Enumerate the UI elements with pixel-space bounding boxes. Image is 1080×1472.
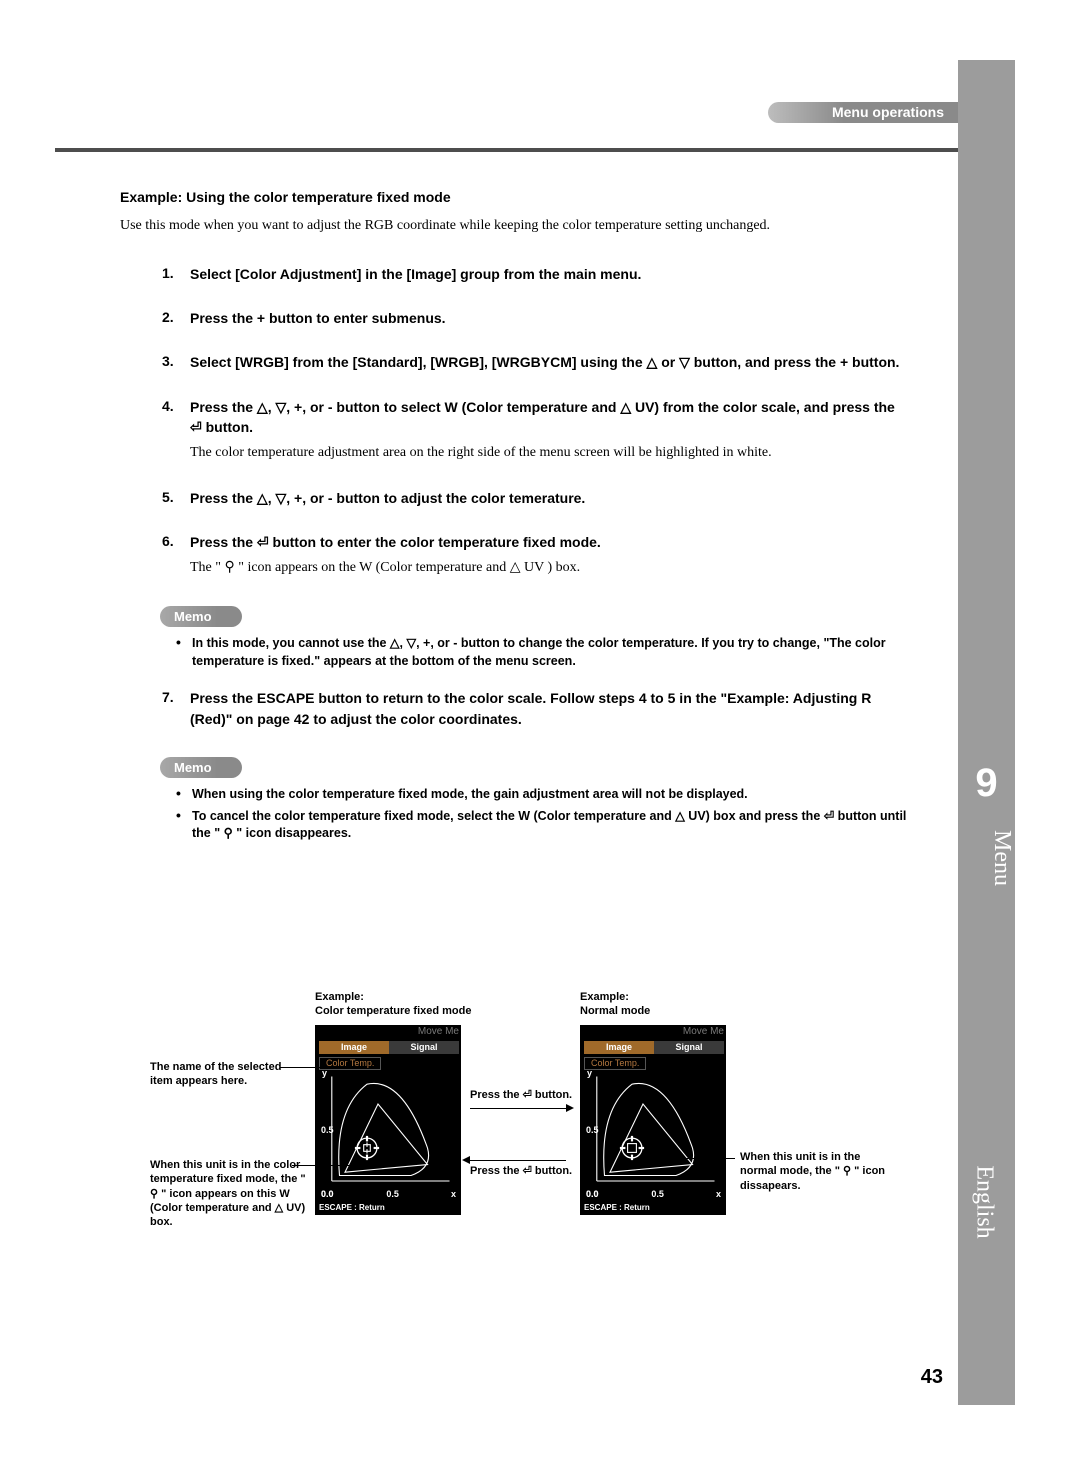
step-4-note: The color temperature adjustment area on…	[190, 443, 910, 463]
steps-list-cont: 7.Press the ESCAPE button to return to t…	[162, 688, 910, 729]
leader-line	[280, 1067, 320, 1068]
menu-tabs: Image Signal	[584, 1041, 724, 1054]
memo-badge-2: Memo	[160, 757, 242, 778]
step-3: 3.Select [WRGB] from the [Standard], [WR…	[162, 352, 910, 372]
escape-hint: ESCAPE : Return	[319, 1204, 385, 1212]
tab-signal[interactable]: Signal	[389, 1041, 459, 1054]
memo-2-item-2: To cancel the color temperature fixed mo…	[176, 808, 910, 843]
menu-tabs: Image Signal	[319, 1041, 459, 1054]
annotation-normal-icon: When this unit is in the normal mode, th…	[740, 1150, 895, 1193]
move-label: Move Me	[683, 1027, 724, 1037]
header-rule	[55, 148, 958, 152]
language-label: English	[958, 1150, 1015, 1250]
step-4: 4.Press the △, ▽, +, or - button to sele…	[162, 397, 910, 464]
figure-normal-mode: Example: Normal mode Move Me Image Signa…	[580, 990, 726, 1215]
escape-hint: ESCAPE : Return	[584, 1204, 650, 1212]
press-enter-label: Press the ⏎ button.	[470, 1090, 572, 1101]
annotation-name-here: The name of the selected item appears he…	[150, 1060, 300, 1089]
cie-diagram-icon	[588, 1071, 720, 1192]
memo-2-list: When using the color temperature fixed m…	[176, 786, 910, 843]
memo-1-item: In this mode, you cannot use the △, ▽, +…	[176, 635, 910, 670]
header-bar: Menu operations	[55, 102, 958, 138]
menu-screen-normal: Move Me Image Signal Color Temp. y x 0.5…	[580, 1025, 726, 1215]
chapter-title: Menu	[958, 820, 1015, 900]
memo-1-list: In this mode, you cannot use the △, ▽, +…	[176, 635, 910, 670]
figure-fixed-caption: Example: Color temperature fixed mode	[315, 990, 471, 1019]
breadcrumb-color-temp: Color Temp.	[584, 1057, 646, 1070]
lock-icon	[364, 1142, 371, 1153]
tab-image[interactable]: Image	[319, 1041, 389, 1054]
cie-chart-fixed: y x 0.5 0.0 0.0 0.5	[323, 1071, 455, 1187]
steps-list: 1.Select [Color Adjustment] in the [Imag…	[162, 264, 910, 579]
step-2: 2.Press the + button to enter submenus.	[162, 308, 910, 328]
move-label: Move Me	[418, 1027, 459, 1037]
chapter-number: 9	[958, 763, 1015, 803]
side-tab: 9 Menu English	[958, 60, 1015, 1405]
section-title: Menu operations	[768, 102, 958, 123]
step-7: 7.Press the ESCAPE button to return to t…	[162, 688, 910, 729]
figure-normal-caption: Example: Normal mode	[580, 990, 726, 1019]
page-frame: 9 Menu English Menu operations Example: …	[55, 60, 1015, 1405]
annotation-fixed-icon: When this unit is in the color temperatu…	[150, 1158, 310, 1229]
memo-2-item-1: When using the color temperature fixed m…	[176, 786, 910, 804]
step-6-note: The " ⚲ " icon appears on the W (Color t…	[190, 558, 910, 578]
tab-image[interactable]: Image	[584, 1041, 654, 1054]
example-heading: Example: Using the color temperature fix…	[120, 188, 910, 206]
memo-badge-1: Memo	[160, 606, 242, 627]
leader-line	[685, 1158, 735, 1159]
breadcrumb-color-temp: Color Temp.	[319, 1057, 381, 1070]
press-enter-label: Press the ⏎ button.	[470, 1166, 572, 1177]
step-6: 6.Press the ⏎ button to enter the color …	[162, 532, 910, 579]
content-area: Example: Using the color temperature fix…	[120, 188, 910, 861]
cie-chart-normal: y x 0.5 0.0 0.0 0.5	[588, 1071, 720, 1187]
page-number: 43	[921, 1367, 943, 1387]
step-5: 5.Press the △, ▽, +, or - button to adju…	[162, 488, 910, 508]
leader-line	[292, 1165, 352, 1166]
tab-signal[interactable]: Signal	[654, 1041, 724, 1054]
step-1: 1.Select [Color Adjustment] in the [Imag…	[162, 264, 910, 284]
example-intro: Use this mode when you want to adjust th…	[120, 216, 910, 236]
cie-diagram-icon	[323, 1071, 455, 1192]
menu-screen-fixed: Move Me Image Signal Color Temp. y x 0.5…	[315, 1025, 461, 1215]
figure-fixed-mode: Example: Color temperature fixed mode Mo…	[315, 990, 471, 1215]
